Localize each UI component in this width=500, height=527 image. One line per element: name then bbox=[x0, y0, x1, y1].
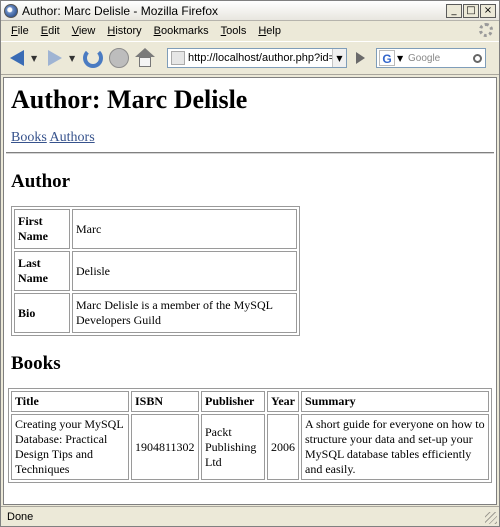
menu-history[interactable]: History bbox=[101, 25, 147, 37]
table-row: Last Name Delisle bbox=[14, 251, 297, 291]
reload-icon bbox=[83, 48, 103, 68]
search-bar[interactable]: G ▼ Google bbox=[376, 48, 486, 68]
page-title: Author: Marc Delisle bbox=[11, 85, 248, 114]
maximize-button[interactable]: □ bbox=[463, 3, 479, 18]
bio-value: Marc Delisle is a member of the MySQL De… bbox=[72, 293, 297, 333]
stop-button[interactable] bbox=[107, 46, 131, 70]
author-table: First Name Marc Last Name Delisle Bio Ma… bbox=[11, 206, 300, 336]
author-section-title: Author bbox=[11, 171, 71, 192]
window-title: Author: Marc Delisle - Mozilla Firefox bbox=[22, 3, 219, 18]
bio-label: Bio bbox=[14, 293, 70, 333]
col-publisher-header: Publisher bbox=[201, 391, 265, 412]
col-summary-header: Summary bbox=[301, 391, 489, 412]
status-text: Done bbox=[7, 510, 34, 523]
menu-edit[interactable]: Edit bbox=[35, 25, 66, 37]
home-button[interactable] bbox=[133, 46, 157, 70]
back-button[interactable] bbox=[5, 46, 29, 70]
go-button[interactable] bbox=[350, 48, 370, 68]
last-name-value: Delisle bbox=[72, 251, 297, 291]
close-button[interactable]: × bbox=[480, 3, 496, 18]
search-engine-dropdown[interactable]: ▼ bbox=[397, 54, 405, 63]
menu-file[interactable]: File bbox=[5, 25, 35, 37]
search-button[interactable] bbox=[469, 50, 485, 66]
books-table: Title ISBN Publisher Year Summary Creati… bbox=[8, 388, 492, 483]
menu-help[interactable]: Help bbox=[252, 25, 287, 37]
table-row: First Name Marc bbox=[14, 209, 297, 249]
browser-window: Author: Marc Delisle - Mozilla Firefox _… bbox=[0, 0, 500, 527]
forward-button[interactable] bbox=[43, 46, 67, 70]
menu-bookmarks[interactable]: Bookmarks bbox=[148, 25, 215, 37]
books-link[interactable]: Books bbox=[11, 130, 47, 145]
forward-history-dropdown[interactable]: ▼ bbox=[69, 54, 77, 63]
col-year-header: Year bbox=[267, 391, 299, 412]
title-bar: Author: Marc Delisle - Mozilla Firefox _… bbox=[1, 1, 499, 21]
page-favicon-icon bbox=[171, 51, 185, 65]
book-year-cell: 2006 bbox=[267, 414, 299, 480]
navigation-toolbar: ▼ ▼ http://localhost/author.php?id=1 ▼ G… bbox=[1, 41, 499, 75]
back-history-dropdown[interactable]: ▼ bbox=[31, 54, 39, 63]
url-dropdown-button[interactable]: ▼ bbox=[332, 49, 346, 67]
first-name-label: First Name bbox=[14, 209, 70, 249]
book-title-cell: Creating your MySQL Database: Practical … bbox=[11, 414, 129, 480]
book-isbn-cell: 1904811302 bbox=[131, 414, 199, 480]
site-nav: Books Authors bbox=[11, 130, 496, 146]
home-icon bbox=[135, 48, 155, 68]
authors-link[interactable]: Authors bbox=[50, 130, 95, 145]
window-controls: _ □ × bbox=[446, 3, 496, 18]
search-icon bbox=[472, 53, 482, 63]
throbber-icon bbox=[479, 23, 493, 37]
go-icon bbox=[355, 52, 365, 64]
forward-icon bbox=[48, 50, 62, 66]
table-row: Creating your MySQL Database: Practical … bbox=[11, 414, 489, 480]
divider bbox=[6, 152, 494, 154]
col-title-header: Title bbox=[11, 391, 129, 412]
reload-button[interactable] bbox=[81, 46, 105, 70]
back-icon bbox=[10, 50, 24, 66]
url-input[interactable]: http://localhost/author.php?id=1 bbox=[188, 52, 332, 64]
books-section-title: Books bbox=[11, 353, 61, 374]
search-input[interactable]: Google bbox=[405, 53, 469, 64]
stop-icon bbox=[109, 48, 129, 68]
last-name-label: Last Name bbox=[14, 251, 70, 291]
firefox-logo-icon bbox=[4, 3, 18, 18]
search-engine-icon[interactable]: G bbox=[379, 50, 395, 66]
menu-bar: File Edit View History Bookmarks Tools H… bbox=[1, 21, 499, 41]
resize-grip-icon[interactable] bbox=[485, 512, 497, 524]
book-summary-cell: A short guide for everyone on how to str… bbox=[301, 414, 489, 480]
book-publisher-cell: Packt Publishing Ltd bbox=[201, 414, 265, 480]
url-bar[interactable]: http://localhost/author.php?id=1 ▼ bbox=[167, 48, 347, 68]
table-header-row: Title ISBN Publisher Year Summary bbox=[11, 391, 489, 412]
menu-view[interactable]: View bbox=[66, 25, 102, 37]
menu-tools[interactable]: Tools bbox=[215, 25, 253, 37]
table-row: Bio Marc Delisle is a member of the MySQ… bbox=[14, 293, 297, 333]
first-name-value: Marc bbox=[72, 209, 297, 249]
status-bar: Done bbox=[1, 506, 499, 526]
page-content: Author: Marc Delisle Books Authors Autho… bbox=[3, 77, 497, 505]
minimize-button[interactable]: _ bbox=[446, 3, 462, 18]
col-isbn-header: ISBN bbox=[131, 391, 199, 412]
